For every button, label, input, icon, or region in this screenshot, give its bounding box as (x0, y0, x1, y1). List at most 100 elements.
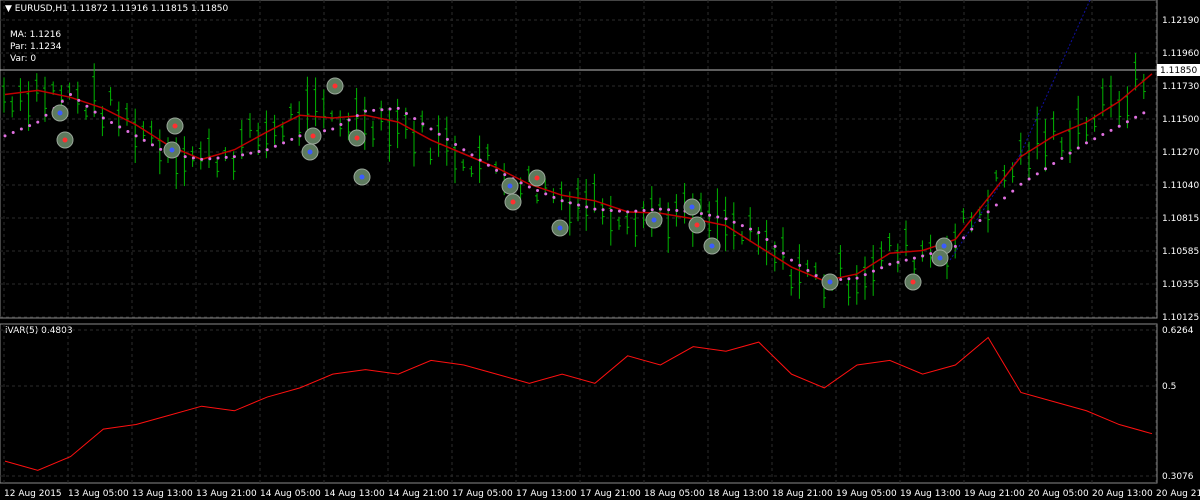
parabolic-dot (593, 207, 597, 211)
time-axis-label: 18 Aug 13:00 (708, 489, 769, 499)
parabolic-dot (708, 213, 712, 217)
parabolic-dot (552, 195, 556, 199)
parabolic-dot (421, 122, 425, 126)
parabolic-dot (191, 156, 195, 160)
sub-axis-tick: 0.3076 (1162, 472, 1194, 482)
parabolic-dot (921, 254, 925, 258)
parabolic-dot (650, 208, 654, 212)
parabolic-dot (388, 107, 392, 111)
parabolic-dot (699, 212, 703, 216)
parabolic-dot (617, 209, 621, 213)
parabolic-dot (478, 158, 482, 162)
price-axis-tick: 1.12190 (1162, 16, 1199, 26)
time-axis-label: 13 Aug 05:00 (68, 489, 129, 499)
parabolic-dot (544, 192, 548, 196)
parabolic-dot (577, 203, 580, 207)
signal-marker-core (937, 255, 943, 261)
parabolic-dot (1142, 111, 1146, 115)
parabolic-dot (994, 203, 998, 207)
parabolic-dot (1052, 162, 1056, 166)
parabolic-dot (1117, 124, 1121, 128)
parabolic-dot (790, 258, 794, 262)
parabolic-dot (323, 129, 327, 133)
parabolic-dot (462, 148, 466, 152)
parabolic-dot (1011, 189, 1015, 193)
parabolic-dot (724, 217, 728, 221)
parabolic-dot (1093, 137, 1097, 141)
parabolic-dot (331, 127, 335, 131)
parabolic-dot (429, 127, 433, 131)
parabolic-dot (339, 123, 343, 127)
parabolic-dot (85, 104, 89, 108)
parabolic-dot (11, 130, 15, 134)
parabolic-dot (839, 277, 843, 281)
price-axis-tick: 1.11500 (1162, 115, 1199, 125)
parabolic-dot (1125, 120, 1129, 124)
parabolic-dot (765, 237, 769, 241)
parabolic-dot (658, 207, 662, 211)
parabolic-dot (1035, 172, 1039, 176)
parabolic-dot (962, 236, 966, 240)
parabolic-dot (667, 208, 671, 212)
parabolic-dot (372, 108, 376, 112)
time-axis-label: 12 Aug 2015 (4, 489, 62, 499)
parabolic-dot (36, 120, 40, 124)
parabolic-dot (200, 157, 204, 161)
parabolic-dot (585, 205, 589, 209)
signal-marker-core (827, 279, 833, 285)
parabolic-dot (527, 185, 531, 189)
time-axis-label: 19 Aug 21:00 (964, 489, 1025, 499)
parabolic-dot (241, 153, 245, 157)
signal-marker-core (57, 110, 63, 116)
parabolic-dot (904, 258, 908, 262)
parabolic-dot (675, 208, 679, 212)
parabolic-dot (1027, 177, 1031, 181)
parabolic-dot (101, 116, 105, 120)
signal-marker-core (172, 123, 178, 129)
parabolic-dot (634, 209, 638, 213)
parabolic-dot (609, 208, 613, 212)
parabolic-dot (896, 260, 900, 264)
parabolic-dot (986, 210, 990, 214)
signal-marker-core (694, 222, 700, 228)
parabolic-dot (1084, 141, 1088, 145)
parabolic-dot (536, 188, 540, 192)
price-axis-tick: 1.10125 (1162, 313, 1199, 323)
signal-marker-core (169, 147, 175, 153)
parabolic-dot (855, 276, 859, 280)
time-axis-label: 13 Aug 21:00 (196, 489, 257, 499)
parabolic-dot (642, 208, 646, 212)
signal-marker-core (507, 183, 513, 189)
parabolic-dot (1068, 151, 1072, 155)
parabolic-dot (232, 155, 236, 159)
parabolic-dot (44, 113, 48, 117)
time-axis-label: 20 Aug 13:00 (1092, 489, 1153, 499)
parabolic-dot (1019, 182, 1023, 186)
parabolic-dot (208, 157, 212, 161)
signal-marker-core (941, 243, 947, 249)
parabolic-dot (134, 134, 138, 138)
parabolic-dot (282, 141, 286, 145)
chart-canvas[interactable]: 12 Aug 2015 13 Aug 05:00 13 Aug 13:00 13 Au… (0, 0, 1200, 500)
parabolic-dot (159, 147, 163, 151)
parabolic-dot (871, 269, 875, 273)
time-axis-label: 20 Aug 05:00 (1028, 489, 1089, 499)
parabolic-dot (150, 143, 154, 147)
parabolic-dot (1043, 167, 1047, 171)
price-axis-tick: 1.11040 (1162, 181, 1199, 191)
parabolic-dot (110, 120, 114, 124)
signal-marker-core (307, 149, 313, 155)
price-axis-tick: 1.10815 (1162, 214, 1199, 224)
signal-marker-core (689, 204, 695, 210)
parabolic-dot (1060, 156, 1064, 160)
parabolic-dot (249, 151, 253, 155)
parabolic-dot (404, 112, 408, 116)
parabolic-dot (1134, 115, 1138, 119)
parabolic-dot (69, 93, 73, 97)
sub-axis-tick: 0.6264 (1162, 326, 1194, 336)
parabolic-dot (560, 199, 564, 203)
ma-line (4, 73, 1153, 282)
parabolic-dot (257, 149, 261, 153)
time-axis-label: 14 Aug 13:00 (324, 489, 385, 499)
time-axis-label: 13 Aug 13:00 (132, 489, 193, 499)
